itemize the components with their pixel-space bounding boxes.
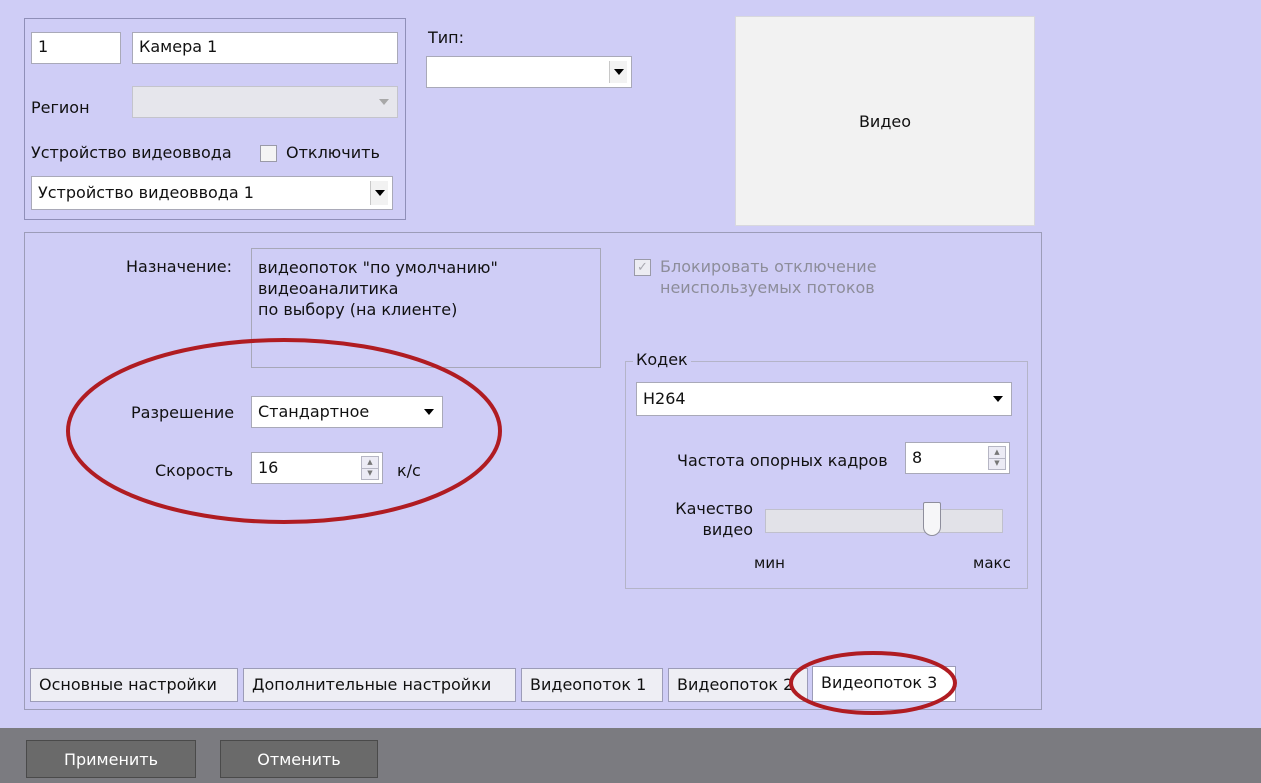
annotation-overlay: [66, 338, 957, 715]
annotation-ring-resolution-speed: [66, 338, 502, 524]
annotation-ring-tab-stream-3: [789, 651, 957, 715]
